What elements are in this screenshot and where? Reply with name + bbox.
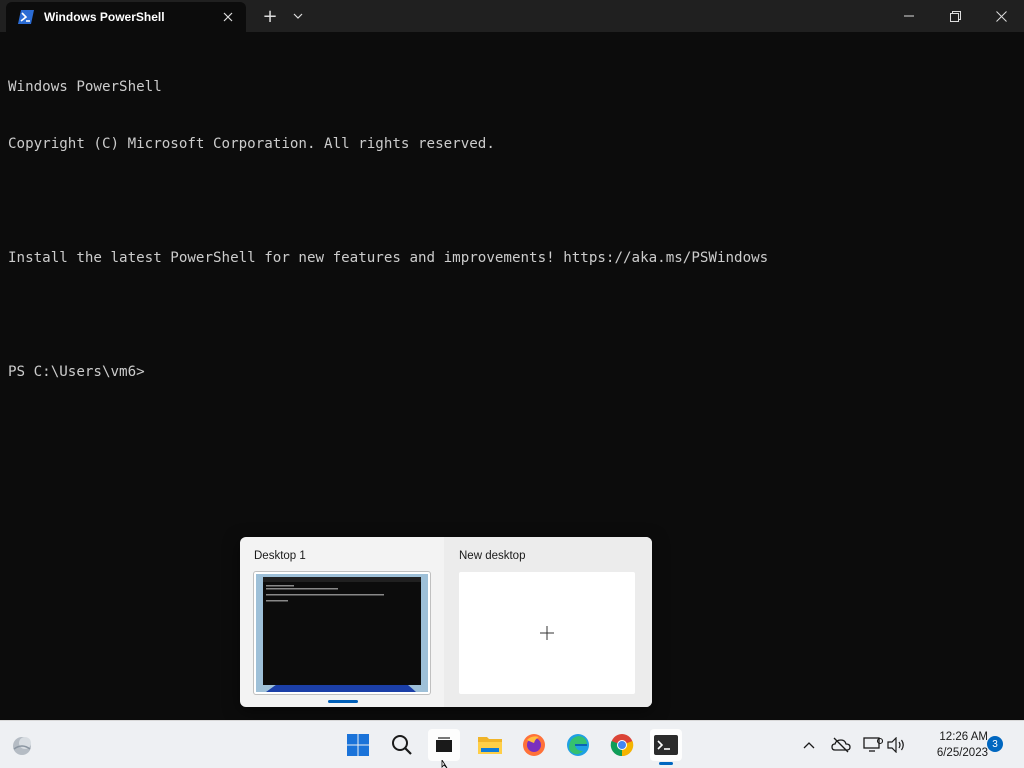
new-tab-button[interactable]: + — [256, 2, 284, 30]
active-desktop-indicator — [328, 700, 358, 703]
plus-icon — [540, 626, 554, 640]
mouse-cursor-icon — [441, 760, 448, 768]
taskbar: 12:26 AM 6/25/2023 — [0, 720, 1024, 768]
terminal-output[interactable]: Windows PowerShell Copyright (C) Microso… — [8, 40, 768, 420]
widgets-weather-icon[interactable] — [6, 729, 38, 761]
add-desktop-button[interactable] — [459, 572, 635, 694]
volume-icon[interactable] — [884, 733, 908, 757]
close-window-button[interactable] — [978, 0, 1024, 32]
firefox-icon[interactable] — [518, 729, 550, 761]
tab-dropdown-chevron-icon[interactable] — [286, 2, 310, 30]
terminal-line: Windows PowerShell — [8, 79, 162, 95]
file-explorer-icon[interactable] — [474, 729, 506, 761]
new-desktop-card[interactable]: New desktop — [444, 537, 652, 707]
edge-icon[interactable] — [562, 729, 594, 761]
clock-time: 12:26 AM — [939, 731, 988, 743]
task-view-icon[interactable] — [428, 729, 460, 761]
new-desktop-label: New desktop — [459, 550, 526, 562]
powershell-icon — [18, 9, 34, 25]
task-view-desktops-panel: Desktop 1 New desktop — [240, 537, 652, 707]
desktop-1-card[interactable]: Desktop 1 — [240, 537, 444, 707]
chrome-icon[interactable] — [606, 729, 638, 761]
restore-button[interactable] — [932, 0, 978, 32]
minimize-button[interactable] — [886, 0, 932, 32]
search-icon[interactable] — [386, 729, 418, 761]
terminal-running-indicator — [659, 762, 673, 765]
system-clock[interactable]: 12:26 AM 6/25/2023 — [912, 729, 988, 761]
notification-count-badge[interactable]: 3 — [987, 736, 1003, 752]
clock-date: 6/25/2023 — [936, 747, 988, 759]
terminal-icon[interactable] — [650, 729, 682, 761]
onedrive-offline-icon[interactable] — [829, 733, 853, 757]
start-button-icon[interactable] — [342, 729, 374, 761]
network-icon[interactable] — [861, 733, 885, 757]
tab-title: Windows PowerShell — [44, 10, 165, 24]
desktop-label: Desktop 1 — [254, 550, 306, 562]
title-bar[interactable]: Windows PowerShell + — [0, 0, 1024, 32]
show-hidden-icons-chevron-icon[interactable] — [797, 733, 821, 757]
terminal-line: Install the latest PowerShell for new fe… — [8, 250, 769, 266]
tab-close-icon[interactable] — [216, 5, 240, 29]
terminal-prompt: PS C:\Users\vm6> — [8, 364, 145, 380]
terminal-line: Copyright (C) Microsoft Corporation. All… — [8, 136, 495, 152]
desktop-1-thumbnail[interactable] — [254, 572, 430, 694]
tab-windows-powershell[interactable]: Windows PowerShell — [6, 2, 246, 32]
